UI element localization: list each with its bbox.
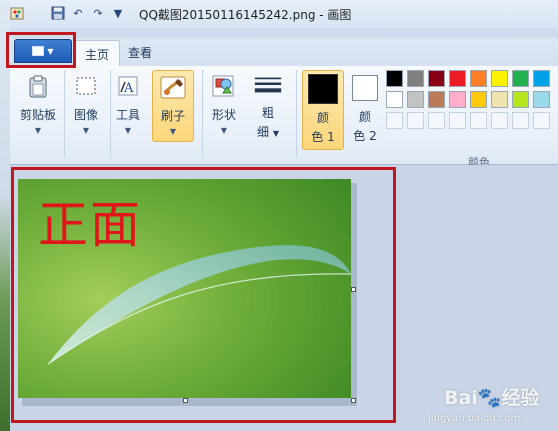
tools-text-icon: A (114, 72, 142, 100)
color1-swatch (308, 74, 338, 104)
tab-view[interactable]: 查看 (128, 44, 152, 61)
palette-swatch[interactable] (470, 91, 487, 108)
brushes-button[interactable]: 刷子 ▼ (152, 70, 194, 142)
shapes-icon (210, 72, 238, 100)
palette-swatch-empty[interactable] (386, 112, 403, 129)
redo-icon[interactable]: ↷ (90, 5, 106, 21)
chevron-down-icon: ▼ (169, 127, 177, 136)
shapes-button[interactable]: 形状 ▼ (204, 70, 244, 140)
clipboard-label: 剪贴板 (19, 108, 56, 122)
color2-button[interactable]: 颜 色 2 (346, 70, 384, 148)
color1-label-line1: 颜 (316, 111, 329, 125)
chevron-down-icon: ▼ (82, 126, 90, 135)
palette-swatch[interactable] (470, 70, 487, 87)
palette-swatch-empty[interactable] (491, 112, 508, 129)
palette-swatch-empty[interactable] (428, 112, 445, 129)
group-divider (296, 70, 297, 158)
line-width-icon (254, 72, 282, 98)
undo-icon[interactable]: ↶ (70, 5, 86, 21)
palette-swatch[interactable] (491, 70, 508, 87)
chevron-down-icon: ▼ (124, 126, 132, 135)
brush-icon (159, 73, 187, 101)
save-icon[interactable] (50, 5, 66, 21)
palette-swatch-empty[interactable] (407, 112, 424, 129)
shapes-label: 形状 (211, 108, 236, 122)
palette-swatch[interactable] (449, 70, 466, 87)
color1-label-line2: 色 1 (311, 130, 335, 144)
palette-swatch[interactable] (428, 91, 445, 108)
tab-home[interactable]: 主页 (74, 40, 120, 68)
palette-swatch-empty[interactable] (512, 112, 529, 129)
palette-swatch[interactable] (533, 91, 550, 108)
palette-swatch[interactable] (512, 70, 529, 87)
palette-swatch-empty[interactable] (470, 112, 487, 129)
palette-swatch[interactable] (386, 91, 403, 108)
palette-swatch[interactable] (533, 70, 550, 87)
palette-swatch[interactable] (407, 70, 424, 87)
image-label: 图像 (73, 108, 98, 122)
size-label-line2: 细 ▼ (257, 123, 279, 140)
chevron-down-icon: ▼ (34, 126, 42, 135)
highlight-box-canvas (11, 167, 396, 423)
clipboard-icon (24, 72, 52, 100)
watermark-logo: Bai🐾经验 (444, 387, 540, 409)
palette-swatch[interactable] (449, 91, 466, 108)
color2-label-line1: 颜 (358, 110, 371, 124)
size-label-line1: 粗 (261, 106, 274, 120)
tools-label: 工具 (115, 108, 140, 122)
palette-swatch[interactable] (512, 91, 529, 108)
watermark-url: jingyan.baidu.com (428, 413, 521, 424)
highlight-box-menu (6, 32, 76, 68)
ribbon-tab-row: ▼ 主页 查看 (10, 38, 558, 68)
paint-app-icon[interactable] (10, 5, 26, 21)
palette-swatch[interactable] (428, 70, 445, 87)
palette-swatch[interactable] (491, 91, 508, 108)
chevron-down-icon: ▼ (220, 126, 228, 135)
color2-swatch (352, 75, 378, 101)
title-bar: ↶ ↷ ▼ QQ截图20150116145242.png - 画图 (10, 0, 558, 28)
palette-swatch[interactable] (407, 91, 424, 108)
chevron-down-icon: ▼ (272, 129, 279, 138)
palette-swatch[interactable] (386, 70, 403, 87)
window-title: QQ截图20150116145242.png - 画图 (139, 8, 352, 22)
color2-label-line2: 色 2 (353, 129, 377, 143)
image-button[interactable]: 图像 ▼ (66, 70, 106, 140)
ribbon-home: 剪贴板 ▼ 图像 ▼ A 工具 ▼ 刷子 ▼ 形状 ▼ 粗 细 ▼ 颜 色 1 … (10, 66, 558, 169)
palette-swatch-empty[interactable] (533, 112, 550, 129)
color1-button[interactable]: 颜 色 1 (302, 70, 344, 150)
group-divider (202, 70, 203, 158)
brushes-label: 刷子 (160, 109, 185, 123)
size-button[interactable]: 粗 细 ▼ (248, 70, 288, 140)
group-divider (64, 70, 65, 158)
palette-swatch-empty[interactable] (449, 112, 466, 129)
select-rectangle-icon (72, 72, 100, 100)
clipboard-button[interactable]: 剪贴板 ▼ (18, 70, 58, 140)
customize-arrow-icon[interactable]: ▼ (110, 5, 126, 21)
tools-button[interactable]: A 工具 ▼ (108, 70, 148, 140)
size-label-text: 细 (257, 125, 270, 139)
